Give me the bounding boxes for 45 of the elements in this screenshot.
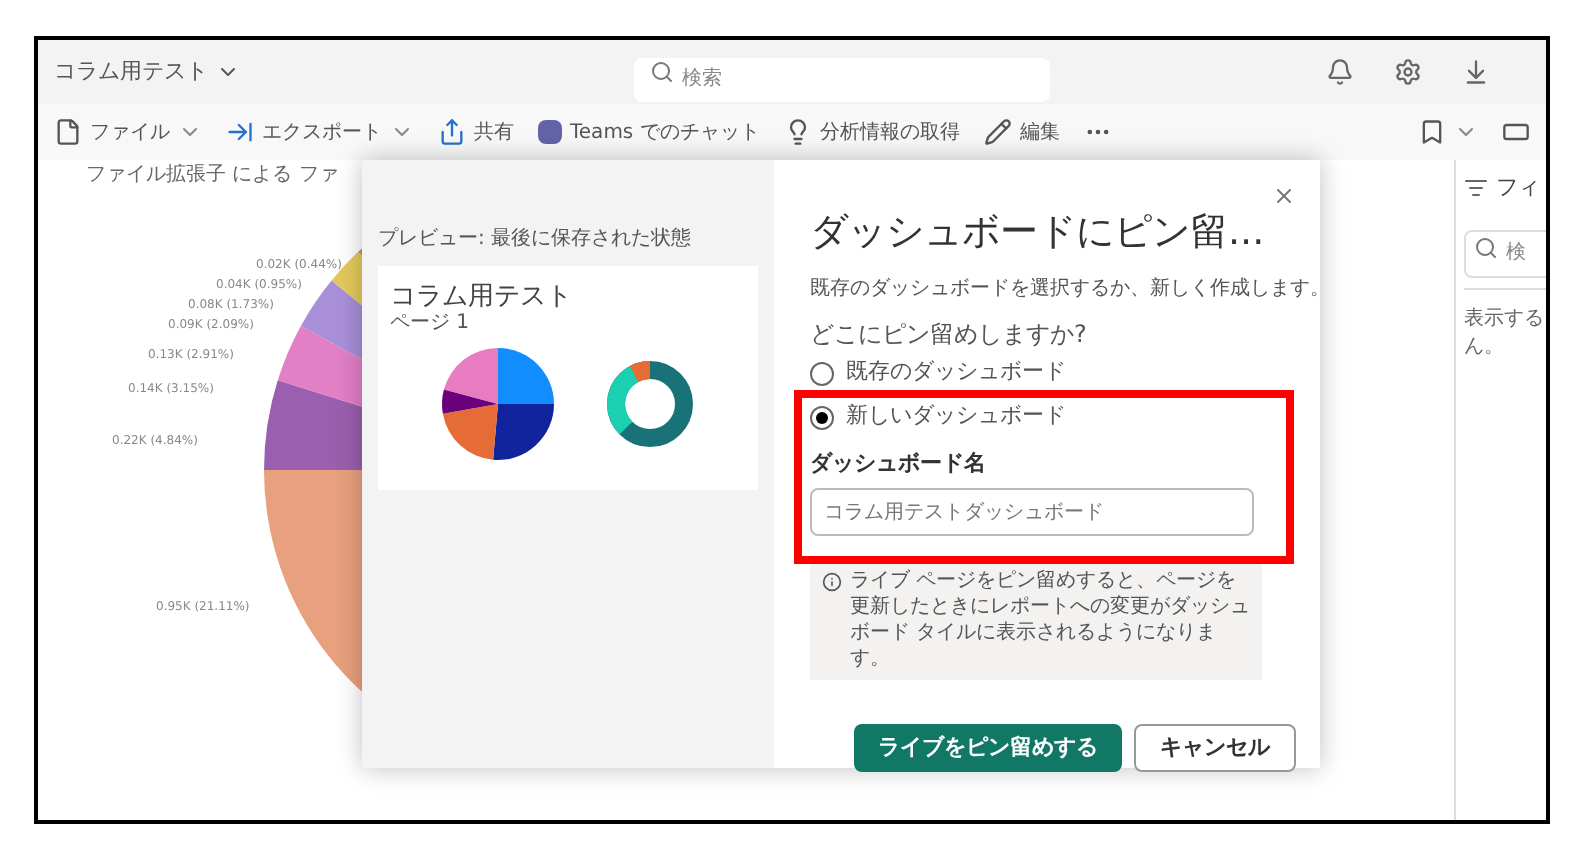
share-icon: [438, 118, 466, 146]
pencil-icon: [983, 118, 1012, 146]
cancel-button[interactable]: キャンセル: [1134, 724, 1296, 772]
report-title-menu[interactable]: コラム用テスト: [54, 55, 634, 89]
pie-thumbnail-drawing: [438, 344, 558, 464]
file-icon: [54, 118, 82, 146]
toolbar-button[interactable]: 共有: [438, 117, 514, 147]
filters-message: 表示する: [1464, 306, 1546, 334]
arrow-right-icon: [226, 118, 254, 146]
filter-icon: [1464, 176, 1488, 200]
dashboard-name-field[interactable]: コラム用テストダッシュボード: [810, 488, 1254, 536]
bookmark-icon[interactable]: [1418, 118, 1446, 146]
info-text: ライブ ページをピン留めすると、ページを更新したときにレポートへの変更がダッシュボード タイルに表示されるようになります。: [850, 568, 1250, 672]
window-icon[interactable]: [1502, 118, 1530, 146]
dialog-title: ダッシュボードにピン留...: [810, 208, 1267, 258]
dialog-description: 既存のダッシュボードを選択するか、新しく作成します。: [810, 275, 1320, 303]
close-icon[interactable]: [1272, 184, 1296, 208]
preview-label: プレビュー: 最後に保存された状態: [378, 225, 694, 254]
download-icon[interactable]: [1462, 58, 1490, 86]
search-field[interactable]: 検索: [634, 57, 1050, 101]
radio-button[interactable]: [810, 405, 834, 429]
pin-live-button[interactable]: ライブをピン留めする: [854, 724, 1122, 772]
donut-thumbnail-drawing: [606, 360, 694, 448]
filters-title: フィ: [1496, 171, 1540, 204]
toolbar-button[interactable]: 分析情報の取得: [783, 117, 960, 147]
info-icon: [822, 572, 842, 592]
name-label: ダッシュボード名: [810, 447, 988, 479]
toolbar-button[interactable]: ファイル: [54, 117, 202, 147]
radio-option[interactable]: 新しいダッシュボード: [810, 395, 1320, 439]
toolbar-button[interactable]: エクスポート: [226, 117, 414, 147]
toolbar-button[interactable]: 編集: [983, 117, 1060, 147]
filters-message: ん。: [1464, 334, 1506, 362]
settings-icon[interactable]: [1394, 58, 1422, 86]
radio-button[interactable]: [810, 361, 834, 385]
preview-title: コラム用テスト: [390, 282, 574, 312]
pin-question: どこにピン留めしますか?: [810, 317, 1089, 351]
toolbar-button[interactable]: Teams でのチャット: [538, 117, 760, 147]
search-icon: [650, 60, 674, 84]
preview-page: ページ 1: [390, 312, 472, 336]
teams-icon: [538, 120, 562, 144]
filter-search-field[interactable]: 検: [1464, 229, 1546, 277]
radio-option[interactable]: 既存のダッシュボード: [810, 351, 1320, 395]
notification-icon[interactable]: [1326, 58, 1354, 86]
chart-title: ファイル拡張子 による ファ: [86, 161, 339, 190]
search-icon: [1474, 236, 1498, 260]
